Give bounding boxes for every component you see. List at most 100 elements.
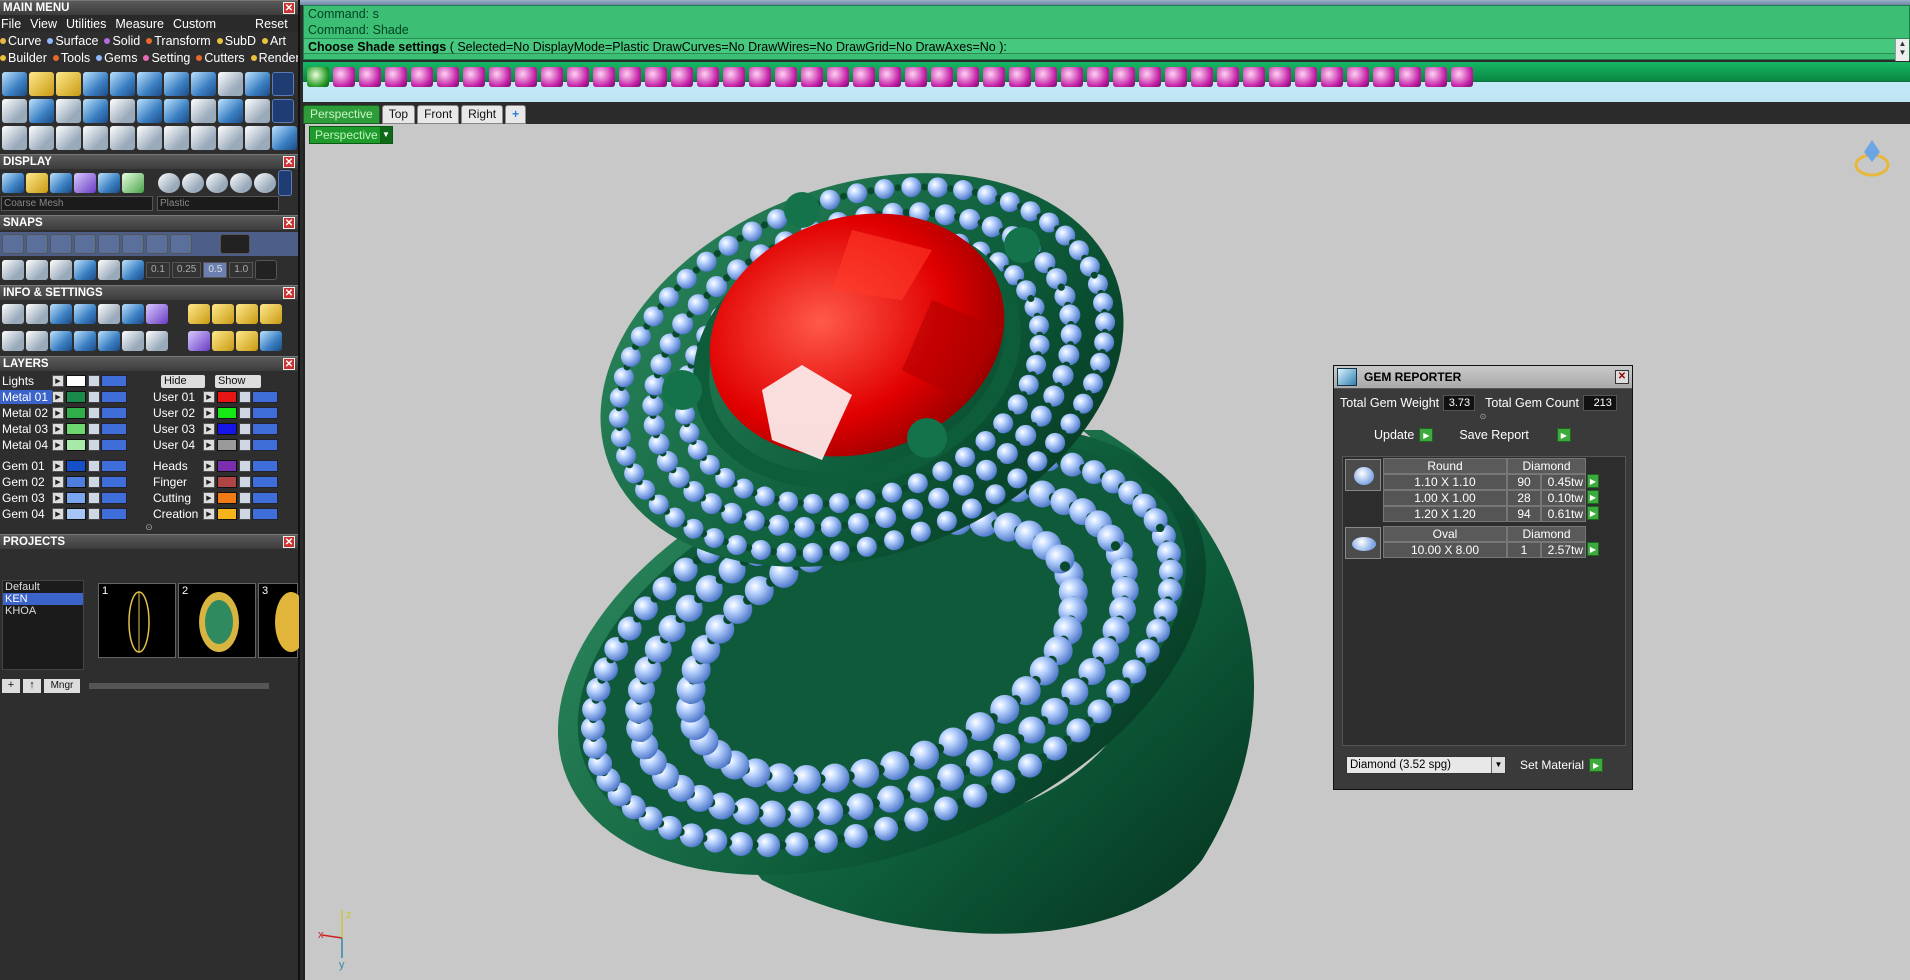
- pentagon-icon[interactable]: [1269, 67, 1291, 87]
- chain-icon[interactable]: [515, 67, 537, 87]
- group-icon[interactable]: [411, 67, 433, 87]
- tool-pliers-icon[interactable]: [1399, 67, 1421, 87]
- category-builder[interactable]: Builder: [0, 51, 47, 65]
- bend-icon[interactable]: [56, 125, 81, 150]
- layer-name[interactable]: User 02: [151, 406, 203, 420]
- grid2-icon[interactable]: [775, 67, 797, 87]
- layer-name[interactable]: Cutting: [151, 491, 203, 505]
- expand-icon[interactable]: ▶: [203, 391, 215, 403]
- select-arrow-icon[interactable]: ▶: [1587, 490, 1599, 504]
- network-icon[interactable]: [1191, 67, 1213, 87]
- slice-icon[interactable]: [931, 67, 953, 87]
- expand-icon[interactable]: ▶: [203, 508, 215, 520]
- tab-top[interactable]: Top: [381, 105, 416, 124]
- snap-grid-icon[interactable]: [2, 234, 24, 254]
- box-icon[interactable]: [74, 303, 96, 324]
- update-button[interactable]: Update ▶: [1374, 428, 1434, 442]
- blade-icon[interactable]: [83, 98, 108, 123]
- leaf-icon[interactable]: [1061, 67, 1083, 87]
- layer-name[interactable]: Gem 02: [0, 475, 52, 489]
- layer-name[interactable]: Creation: [151, 507, 203, 521]
- category-surface[interactable]: Surface: [47, 34, 98, 48]
- project-item[interactable]: KHOA: [3, 605, 83, 617]
- layer-color-swatch[interactable]: [217, 508, 237, 520]
- tab-perspective[interactable]: Perspective: [303, 105, 380, 124]
- menu-view[interactable]: View: [30, 17, 57, 31]
- arrow-up-icon[interactable]: [853, 67, 875, 87]
- gear-icon[interactable]: [1451, 67, 1473, 87]
- cluster-icon[interactable]: [1243, 67, 1265, 87]
- close-icon[interactable]: ✕: [283, 2, 295, 14]
- dots-icon[interactable]: [1009, 67, 1031, 87]
- sweep-icon[interactable]: [164, 98, 189, 123]
- planar-icon[interactable]: [26, 260, 48, 280]
- table-row[interactable]: 1.10 X 1.10 90 0.45tw ▶: [1383, 474, 1599, 490]
- rotate-icon[interactable]: [29, 125, 54, 150]
- layer-name[interactable]: Metal 03: [0, 422, 52, 436]
- material-mode-dropdown[interactable]: Plastic: [157, 196, 279, 211]
- cube-icon[interactable]: [218, 98, 243, 123]
- scale-icon[interactable]: [137, 125, 162, 150]
- expand-icon[interactable]: ▶: [203, 492, 215, 504]
- manager-button[interactable]: Mngr: [44, 679, 80, 693]
- lock-icon[interactable]: [88, 476, 100, 488]
- scissors-icon[interactable]: [1087, 67, 1109, 87]
- align-icon[interactable]: [218, 125, 243, 150]
- stack-tool-icon[interactable]: [671, 67, 693, 87]
- layer-color-swatch[interactable]: [66, 423, 86, 435]
- layer-color-swatch[interactable]: [217, 423, 237, 435]
- shaded-sphere-icon[interactable]: [50, 172, 72, 193]
- panel-toggle-icon[interactable]: [278, 169, 292, 196]
- settings-wheel-icon[interactable]: [245, 71, 270, 96]
- layer-name[interactable]: User 01: [151, 390, 203, 404]
- hierarchy-icon[interactable]: [385, 67, 407, 87]
- visibility-toggle[interactable]: [252, 439, 278, 451]
- pen-icon[interactable]: [137, 98, 162, 123]
- menu-custom[interactable]: Custom: [173, 17, 216, 31]
- arrow-right-icon[interactable]: [879, 67, 901, 87]
- pin-tool-icon[interactable]: [697, 67, 719, 87]
- layer-name[interactable]: Finger: [151, 475, 203, 489]
- filter-icon[interactable]: [98, 330, 120, 351]
- delete-icon[interactable]: [245, 125, 270, 150]
- pattern-icon[interactable]: [801, 67, 823, 87]
- lathe-icon[interactable]: [164, 71, 189, 96]
- category-solid[interactable]: Solid: [104, 34, 140, 48]
- category-art[interactable]: Art: [262, 34, 286, 48]
- lock-icon[interactable]: [239, 407, 251, 419]
- visibility-toggle[interactable]: [252, 407, 278, 419]
- snap-value-0.1[interactable]: 0.1: [146, 262, 170, 278]
- layer-color-swatch[interactable]: [66, 492, 86, 504]
- layer-color-swatch[interactable]: [217, 439, 237, 451]
- light-icon[interactable]: [26, 172, 48, 193]
- project-thumb-2[interactable]: 2: [178, 583, 256, 658]
- expand-icon[interactable]: ▶: [203, 407, 215, 419]
- wire-icon[interactable]: [1113, 67, 1135, 87]
- set-material-button[interactable]: Set Material ▶: [1520, 758, 1604, 772]
- sheet-tool-icon[interactable]: [619, 67, 641, 87]
- menu-measure[interactable]: Measure: [115, 17, 164, 31]
- plane-icon[interactable]: [2, 98, 27, 123]
- category-curve[interactable]: Curve: [0, 34, 41, 48]
- layer-name[interactable]: Gem 01: [0, 459, 52, 473]
- visibility-toggle[interactable]: [101, 476, 127, 488]
- visibility-toggle[interactable]: [101, 423, 127, 435]
- expand-icon[interactable]: ▶: [52, 375, 64, 387]
- layer-name[interactable]: Heads: [151, 459, 203, 473]
- tree-icon[interactable]: [122, 330, 144, 351]
- layer-name[interactable]: Metal 02: [0, 406, 52, 420]
- tab-front[interactable]: Front: [417, 105, 460, 124]
- cross-snap-icon[interactable]: [122, 260, 144, 280]
- expand-icon[interactable]: ▶: [52, 391, 64, 403]
- snap-end-icon[interactable]: [98, 234, 120, 254]
- visibility-toggle[interactable]: [252, 492, 278, 504]
- flower-icon[interactable]: [1165, 67, 1187, 87]
- material-sphere-icon[interactable]: [254, 172, 276, 193]
- command-scrollbar[interactable]: ▲ ▼: [1895, 39, 1909, 61]
- lock-icon[interactable]: [88, 439, 100, 451]
- report-icon[interactable]: [146, 330, 168, 351]
- close-icon[interactable]: ✕: [283, 536, 295, 548]
- snap-point-icon[interactable]: [50, 234, 72, 254]
- layer-name[interactable]: User 04: [151, 438, 203, 452]
- project-slider[interactable]: [89, 683, 269, 689]
